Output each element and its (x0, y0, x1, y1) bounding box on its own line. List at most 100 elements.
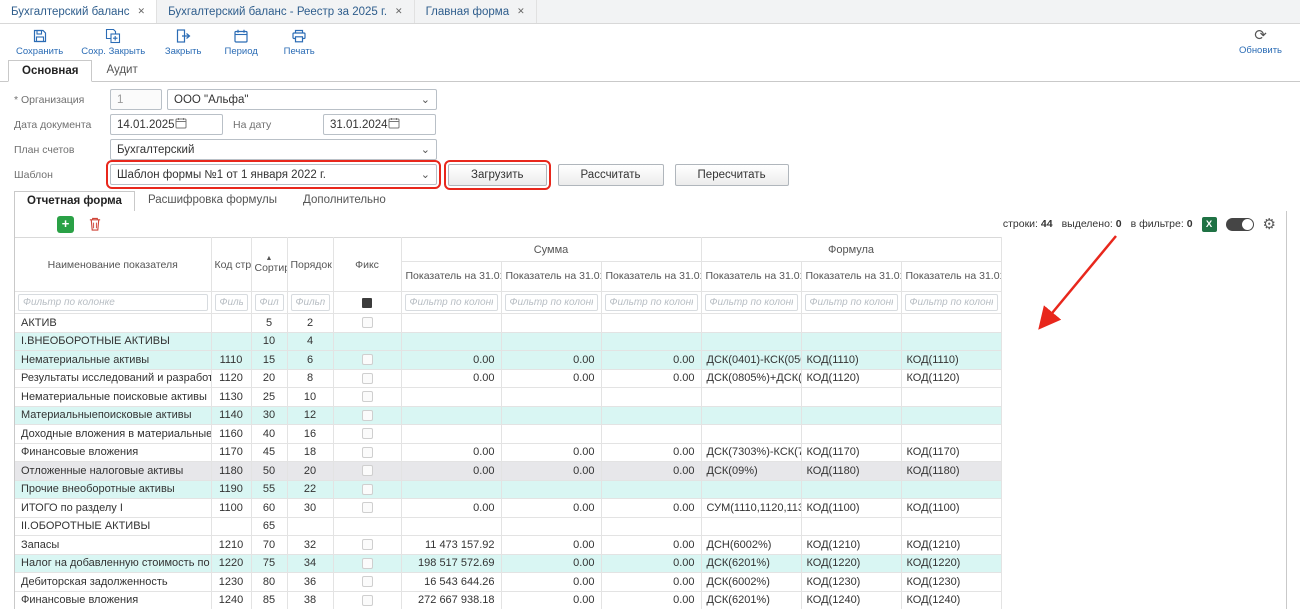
cell-code[interactable]: 1210 (211, 536, 251, 555)
cell-sort[interactable]: 55 (251, 480, 287, 499)
cell-name[interactable]: Нематериальные поисковые активы (15, 388, 211, 407)
cell-name[interactable]: Материальныепоисковые активы (15, 406, 211, 425)
cell-formula-2023[interactable]: КОД(1170) (801, 443, 901, 462)
cell-code[interactable]: 1180 (211, 462, 251, 481)
cell-formula-2024[interactable]: ДСК(09%) (701, 462, 801, 481)
cell-fix[interactable] (333, 573, 401, 592)
cell-sum-2024[interactable]: 272 667 938.18 (401, 591, 501, 609)
filter-input-sort[interactable] (255, 294, 284, 311)
cell-fix[interactable] (333, 425, 401, 444)
cell-fix[interactable] (333, 332, 401, 351)
cell-order[interactable]: 4 (287, 332, 333, 351)
col-header-formula-2022[interactable]: Показатель на 31.01.2022 (901, 262, 1001, 292)
cell-fix[interactable] (333, 369, 401, 388)
filter-input-sum-2024[interactable] (405, 294, 498, 311)
fix-checkbox[interactable] (362, 465, 373, 476)
cell-sum-2024[interactable]: 16 543 644.26 (401, 573, 501, 592)
cell-fix[interactable] (333, 462, 401, 481)
cell-sort[interactable]: 10 (251, 332, 287, 351)
cell-fix[interactable] (333, 314, 401, 333)
cell-formula-2024[interactable]: ДСК(0805%)+ДСК(08... (701, 369, 801, 388)
table-row[interactable]: Нематериальные активы 1110 15 6 0.00 0.0… (15, 351, 1001, 370)
filter-input-sum-2023[interactable] (505, 294, 598, 311)
cell-formula-2024[interactable] (701, 480, 801, 499)
cell-formula-2023[interactable] (801, 480, 901, 499)
cell-name[interactable]: II.ОБОРОТНЫЕ АКТИВЫ (15, 517, 211, 536)
cell-formula-2022[interactable] (901, 406, 1001, 425)
cell-code[interactable]: 1240 (211, 591, 251, 609)
col-header-code[interactable]: Код строки (211, 238, 251, 292)
cell-fix[interactable] (333, 406, 401, 425)
cell-code[interactable]: 1230 (211, 573, 251, 592)
cell-sort[interactable]: 60 (251, 499, 287, 518)
cell-formula-2023[interactable]: КОД(1110) (801, 351, 901, 370)
fix-checkbox[interactable] (362, 595, 373, 606)
cell-order[interactable] (287, 517, 333, 536)
cell-fix[interactable] (333, 591, 401, 609)
cell-sort[interactable]: 40 (251, 425, 287, 444)
cell-name[interactable]: Отложенные налоговые активы (15, 462, 211, 481)
cell-formula-2024[interactable]: ДСН(6002%) (701, 536, 801, 555)
cell-formula-2022[interactable] (901, 480, 1001, 499)
cell-sum-2024[interactable] (401, 517, 501, 536)
cell-formula-2023[interactable] (801, 314, 901, 333)
cell-sum-2022[interactable] (601, 332, 701, 351)
cell-sort[interactable]: 45 (251, 443, 287, 462)
cell-formula-2024[interactable] (701, 388, 801, 407)
cell-formula-2022[interactable] (901, 517, 1001, 536)
table-row[interactable]: Налог на добавленную стоимость по пр... … (15, 554, 1001, 573)
cell-name[interactable]: Результаты исследований и разработок (15, 369, 211, 388)
cell-sort[interactable]: 5 (251, 314, 287, 333)
cell-order[interactable]: 6 (287, 351, 333, 370)
calculate-button[interactable]: Рассчитать (558, 164, 664, 186)
cell-formula-2024[interactable]: СУМ(1110,1120,113... (701, 499, 801, 518)
col-header-sum-2023[interactable]: Показатель на 31.01.2023 (501, 262, 601, 292)
filter-input-formula-2024[interactable] (705, 294, 798, 311)
export-excel-icon[interactable]: X (1202, 217, 1217, 232)
tab-main[interactable]: Основная (8, 60, 92, 82)
filter-input-formula-2023[interactable] (805, 294, 898, 311)
fix-checkbox[interactable] (362, 576, 373, 587)
tab-formula-details[interactable]: Расшифровка формулы (135, 190, 290, 211)
cell-formula-2022[interactable] (901, 332, 1001, 351)
cell-sort[interactable]: 20 (251, 369, 287, 388)
tab-audit[interactable]: Аудит (92, 59, 151, 81)
cell-code[interactable] (211, 517, 251, 536)
cell-sort[interactable]: 15 (251, 351, 287, 370)
cell-formula-2022[interactable]: КОД(1110) (901, 351, 1001, 370)
cell-sum-2024[interactable] (401, 332, 501, 351)
cell-formula-2023[interactable]: КОД(1230) (801, 573, 901, 592)
cell-sum-2024[interactable]: 0.00 (401, 462, 501, 481)
chart-of-accounts-select[interactable]: Бухгалтерский ⌄ (110, 139, 437, 160)
col-header-sort[interactable]: ▲ Сортировки (251, 238, 287, 292)
col-header-formula-2024[interactable]: Показатель на 31.01.2024 (701, 262, 801, 292)
fix-checkbox[interactable] (362, 558, 373, 569)
cell-formula-2023[interactable] (801, 406, 901, 425)
cell-formula-2023[interactable]: КОД(1180) (801, 462, 901, 481)
cell-formula-2022[interactable] (901, 314, 1001, 333)
cell-order[interactable]: 34 (287, 554, 333, 573)
cell-sum-2022[interactable]: 0.00 (601, 536, 701, 555)
filter-input-order[interactable] (291, 294, 330, 311)
filter-input-code[interactable] (215, 294, 248, 311)
cell-formula-2022[interactable] (901, 388, 1001, 407)
fix-checkbox[interactable] (362, 354, 373, 365)
cell-formula-2022[interactable]: КОД(1120) (901, 369, 1001, 388)
cell-fix[interactable] (333, 480, 401, 499)
cell-sum-2023[interactable]: 0.00 (501, 573, 601, 592)
cell-fix[interactable] (333, 554, 401, 573)
cell-sum-2024[interactable]: 0.00 (401, 443, 501, 462)
cell-sum-2023[interactable]: 0.00 (501, 499, 601, 518)
cell-order[interactable]: 38 (287, 591, 333, 609)
window-tab-main-form[interactable]: Главная форма ✕ (415, 0, 537, 23)
calendar-icon[interactable] (388, 117, 400, 132)
cell-formula-2024[interactable]: ДСК(6201%) (701, 554, 801, 573)
cell-name[interactable]: Финансовые вложения (15, 591, 211, 609)
close-icon[interactable]: ✕ (517, 6, 525, 17)
cell-sort[interactable]: 25 (251, 388, 287, 407)
table-row[interactable]: Отложенные налоговые активы 1180 50 20 0… (15, 462, 1001, 481)
cell-name[interactable]: АКТИВ (15, 314, 211, 333)
fix-checkbox[interactable] (362, 502, 373, 513)
cell-sum-2024[interactable]: 0.00 (401, 369, 501, 388)
table-row[interactable]: Прочие внеоборотные активы 1190 55 22 (15, 480, 1001, 499)
